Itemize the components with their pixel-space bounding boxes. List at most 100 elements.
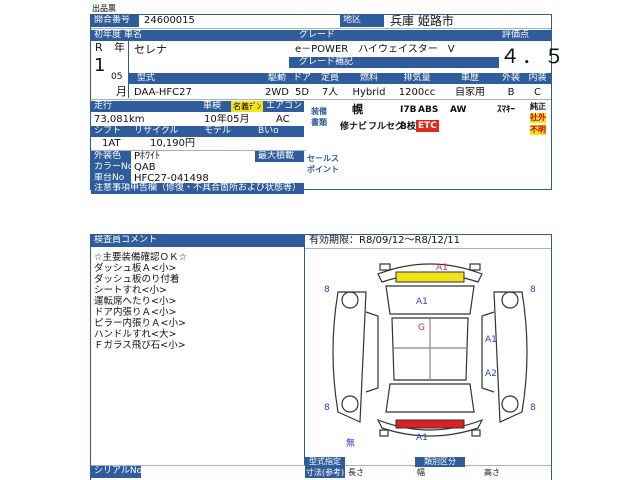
doors-value: 5D	[294, 87, 310, 98]
recycle-label: リサイクル	[131, 126, 201, 137]
option-item: ABS	[418, 105, 439, 115]
displacement-label: 排気量	[392, 73, 442, 84]
comment-line: ダッシュ板のり付着	[94, 274, 180, 285]
first-reg-year-label: 年	[114, 42, 125, 54]
rear-window-outline	[385, 383, 475, 413]
front-part-highlight	[395, 271, 465, 283]
seats-value: 7人	[321, 87, 339, 98]
damage-mark: A2	[485, 369, 497, 379]
dimension-height: 高さ	[484, 468, 500, 477]
dimensions-label: 寸法(参考)	[305, 467, 345, 478]
wheel-fl	[341, 291, 359, 309]
validity-label: 有効期限：	[309, 235, 359, 246]
exterior-label: 外装	[498, 73, 524, 84]
equipment-label2: 書類	[311, 118, 327, 127]
windshield-outline	[385, 285, 475, 315]
first-reg-month-label: 月	[116, 86, 127, 98]
flag-genuine: 純正	[530, 102, 546, 111]
interior-label: 内装	[524, 73, 551, 84]
comment-list: ☆主要装備確認ＯＫ☆ ダッシュ板Ａ<小> ダッシュ板のり付着 シートすれ<小> …	[94, 252, 187, 351]
score-value: ４．５	[500, 44, 566, 68]
doors-label: ドア	[290, 73, 314, 84]
right-side-outline	[493, 291, 528, 423]
classification-label: 類別区分	[415, 457, 465, 467]
inspector-comment-label: 検査員コメント	[91, 235, 304, 247]
model-designation-label: 型式指定	[305, 457, 345, 467]
max-load-label: 最大積載	[255, 151, 304, 162]
divider	[128, 41, 129, 98]
mileage-value: 73,081km	[94, 114, 145, 125]
roof-guides	[394, 318, 466, 380]
interior-value: C	[534, 87, 541, 98]
first-reg-era: R	[95, 42, 103, 54]
auction-no-label: 開合番号	[91, 15, 139, 27]
flag-aftermarket: 社外	[530, 113, 546, 123]
seats-label: 定員	[314, 73, 346, 84]
grade-value: e－POWER ハイウェイスター V	[295, 44, 455, 55]
recycle-value: 10,190円	[150, 138, 195, 149]
comment-line: シートすれ<小>	[94, 285, 167, 296]
damage-mark: 8	[324, 285, 330, 295]
displacement-value: 1200cc	[398, 87, 436, 98]
fuel-value: Hybrid	[352, 87, 386, 98]
left-side-outline	[332, 291, 367, 423]
grade-supplement-label: グレード補記	[289, 57, 499, 68]
option-item: I7B	[400, 105, 417, 115]
equipment-label: 装備	[311, 107, 327, 116]
taillight-right	[471, 429, 481, 437]
fuel-label: 燃料	[346, 73, 392, 84]
option-item: フルセグ	[368, 122, 405, 132]
dimension-width: 幅	[417, 468, 425, 477]
aircon-label: エアコン	[263, 101, 304, 112]
bno-label: Bいo	[255, 126, 304, 137]
comment-line: ☆主要装備確認ＯＫ☆	[94, 252, 188, 263]
taillight-left	[379, 429, 389, 437]
option-item: AW	[450, 105, 467, 115]
rear-part-highlight	[395, 419, 465, 429]
color-no-label: カラーNo	[91, 162, 131, 173]
inspection-badge: 名義ﾃﾞﾝ	[231, 101, 263, 112]
damage-mark: A1	[485, 335, 497, 345]
region-value: 兵庫 姫路市	[390, 14, 454, 28]
model-label: 型式	[129, 73, 264, 84]
headlight-right	[469, 263, 481, 271]
usage-value: 自家用	[455, 87, 485, 98]
car-name-label: 車名	[121, 30, 289, 41]
comment-line: ドア内張りＡ<小>	[94, 307, 177, 318]
damage-mark: 8	[324, 403, 330, 413]
wheel-rl	[341, 395, 359, 413]
comment-line: ダッシュ板Ａ<小>	[94, 263, 177, 274]
divider	[304, 235, 305, 465]
divider	[91, 28, 551, 29]
score-label: 評価点	[499, 30, 551, 41]
shift-label: シフト	[91, 126, 131, 137]
drive-value: 2WD	[265, 87, 289, 98]
serial-label: シリアルNo	[91, 466, 141, 478]
validity-value: R8/09/12～R8/12/11	[359, 235, 460, 246]
comment-line: 運転席へたり<小>	[94, 296, 177, 307]
comment-line: Ｆガラス飛び石<小>	[94, 340, 186, 351]
damage-mark: 無	[346, 437, 355, 449]
car-diagram: A1 8 8 A1 G A1 A2 8 8 A1 無	[324, 263, 536, 449]
damage-mark: A1	[416, 297, 428, 307]
option-item: ｽﾏｷｰ	[497, 105, 516, 115]
dimension-length: 長さ	[348, 468, 364, 477]
document-title: 出品票	[92, 4, 116, 13]
flag-unknown: 不明	[530, 125, 546, 135]
comment-line: ピラー内張りＡ<小>	[94, 318, 186, 329]
damage-mark: A1	[416, 433, 428, 443]
damage-mark: 8	[530, 403, 536, 413]
sales-point-label2: ポイント	[307, 165, 339, 174]
comment-line: ハンドルすれ<大>	[94, 329, 177, 340]
car-name-value: セレナ	[134, 44, 167, 56]
option-item: ETC	[416, 120, 439, 132]
first-reg-year: 1	[94, 56, 106, 76]
model-code-label: モデル	[201, 126, 255, 137]
model-value: DAA-HFC27	[134, 87, 192, 98]
first-reg-month: 05	[111, 72, 123, 82]
damage-mark: 8	[530, 285, 536, 295]
wheel-fr	[501, 291, 519, 309]
drive-label: 駆動	[264, 73, 290, 84]
wheel-rr	[501, 395, 519, 413]
headlight-left	[379, 263, 391, 271]
